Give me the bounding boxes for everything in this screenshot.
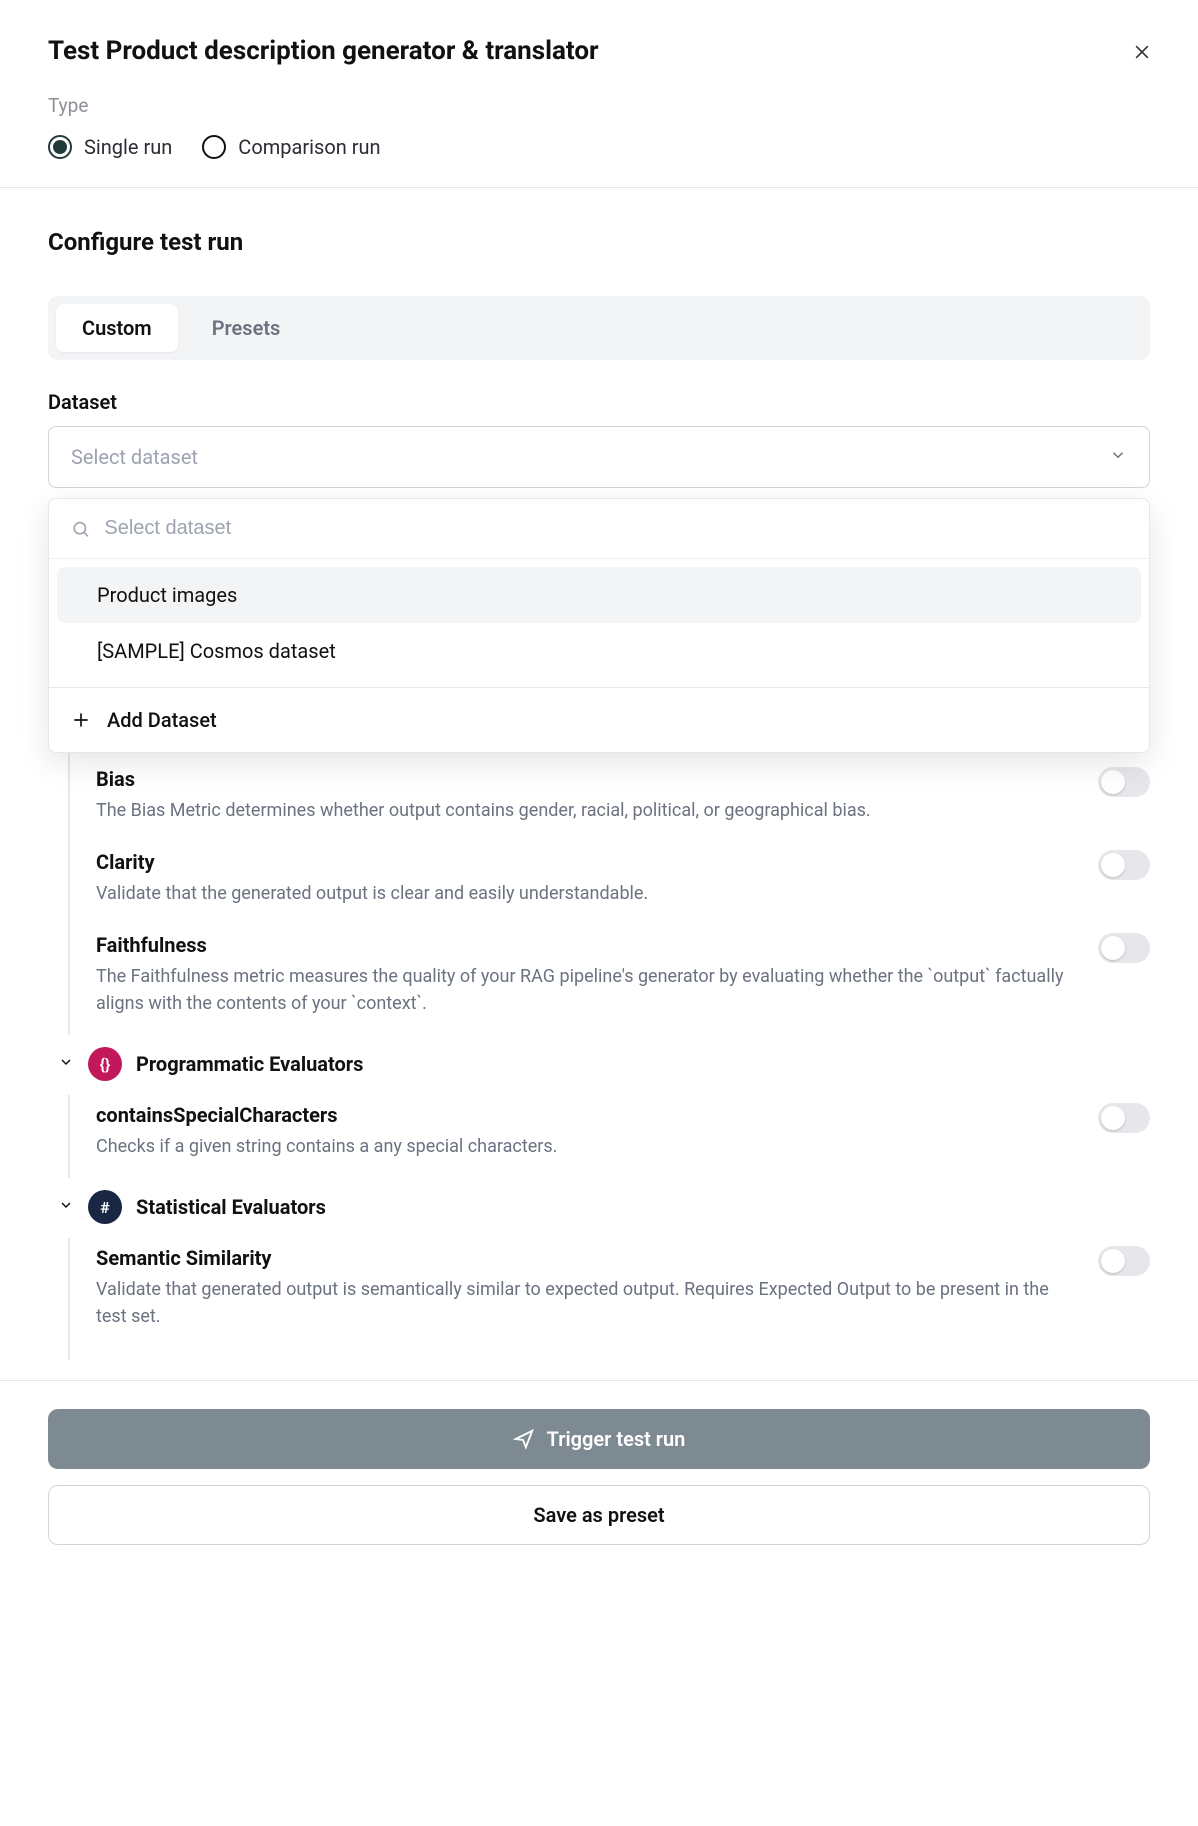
add-dataset-label: Add Dataset [107, 708, 217, 732]
group-title: Statistical Evaluators [136, 1195, 326, 1219]
group-programmatic[interactable]: {} Programmatic Evaluators [58, 1035, 1150, 1095]
trigger-label: Trigger test run [547, 1427, 686, 1451]
evaluator-list: Bias The Bias Metric determines whether … [48, 751, 1150, 1360]
type-label: Type [48, 94, 1150, 117]
evaluator-toggle[interactable] [1098, 1246, 1150, 1276]
save-as-preset-button[interactable]: Save as preset [48, 1485, 1150, 1545]
search-icon [71, 519, 90, 539]
test-run-modal: Test Product description generator & tra… [0, 0, 1198, 1585]
evaluator-semantic-similarity: Semantic Similarity Validate that genera… [68, 1238, 1150, 1360]
radio-single-label: Single run [84, 135, 172, 159]
evaluator-title: Faithfulness [96, 933, 1074, 957]
save-label: Save as preset [533, 1503, 664, 1527]
evaluator-desc: The Bias Metric determines whether outpu… [96, 797, 1074, 824]
tab-presets[interactable]: Presets [186, 304, 307, 352]
dataset-options: Product images [SAMPLE] Cosmos dataset [49, 559, 1149, 687]
evaluator-desc: Validate that generated output is semant… [96, 1276, 1074, 1330]
add-dataset-button[interactable]: Add Dataset [49, 687, 1149, 752]
modal-title: Test Product description generator & tra… [48, 36, 1150, 66]
evaluator-faithfulness: Faithfulness The Faithfulness metric mea… [68, 925, 1150, 1035]
dataset-search-row [49, 499, 1149, 559]
evaluator-title: Bias [96, 767, 1074, 791]
config-tabs: Custom Presets [48, 296, 1150, 360]
dataset-dropdown: Product images [SAMPLE] Cosmos dataset A… [48, 498, 1150, 753]
evaluator-desc: The Faithfulness metric measures the qua… [96, 963, 1074, 1017]
hash-icon: # [88, 1190, 122, 1224]
evaluator-bias: Bias The Bias Metric determines whether … [68, 751, 1150, 842]
radio-comparison-label: Comparison run [238, 135, 380, 159]
braces-icon: {} [88, 1047, 122, 1081]
evaluator-toggle[interactable] [1098, 933, 1150, 963]
evaluator-toggle[interactable] [1098, 850, 1150, 880]
dataset-select[interactable]: Select dataset [48, 426, 1150, 488]
chevron-down-icon [1109, 446, 1127, 468]
dataset-label: Dataset [48, 390, 1150, 414]
dataset-search-input[interactable] [104, 517, 1127, 540]
modal-footer: Trigger test run Save as preset [0, 1380, 1198, 1585]
group-statistical[interactable]: # Statistical Evaluators [58, 1178, 1150, 1238]
dataset-option[interactable]: Product images [57, 567, 1141, 623]
modal-header: Test Product description generator & tra… [0, 0, 1198, 188]
radio-checked-icon [48, 135, 72, 159]
dataset-placeholder: Select dataset [71, 445, 198, 469]
evaluator-desc: Validate that the generated output is cl… [96, 880, 1074, 907]
chevron-down-icon [58, 1197, 74, 1217]
dataset-option[interactable]: [SAMPLE] Cosmos dataset [57, 623, 1141, 679]
modal-body: Configure test run Custom Presets Datase… [0, 188, 1198, 1380]
tab-custom[interactable]: Custom [56, 304, 178, 352]
evaluator-toggle[interactable] [1098, 1103, 1150, 1133]
radio-comparison-run[interactable]: Comparison run [202, 135, 380, 159]
chevron-down-icon [58, 1054, 74, 1074]
group-title: Programmatic Evaluators [136, 1052, 363, 1076]
evaluator-title: Clarity [96, 850, 1074, 874]
close-icon [1132, 42, 1152, 62]
trigger-test-run-button[interactable]: Trigger test run [48, 1409, 1150, 1469]
evaluator-desc: Checks if a given string contains a any … [96, 1133, 1074, 1160]
run-type-radios: Single run Comparison run [48, 135, 1150, 159]
radio-single-run[interactable]: Single run [48, 135, 172, 159]
evaluator-contains-special: containsSpecialCharacters Checks if a gi… [68, 1095, 1150, 1178]
configure-title: Configure test run [48, 228, 1150, 256]
evaluator-title: containsSpecialCharacters [96, 1103, 1074, 1127]
evaluator-clarity: Clarity Validate that the generated outp… [68, 842, 1150, 925]
evaluator-toggle[interactable] [1098, 767, 1150, 797]
send-icon [513, 1428, 535, 1450]
close-button[interactable] [1130, 40, 1154, 64]
plus-icon [71, 710, 91, 730]
radio-unchecked-icon [202, 135, 226, 159]
evaluator-title: Semantic Similarity [96, 1246, 1074, 1270]
